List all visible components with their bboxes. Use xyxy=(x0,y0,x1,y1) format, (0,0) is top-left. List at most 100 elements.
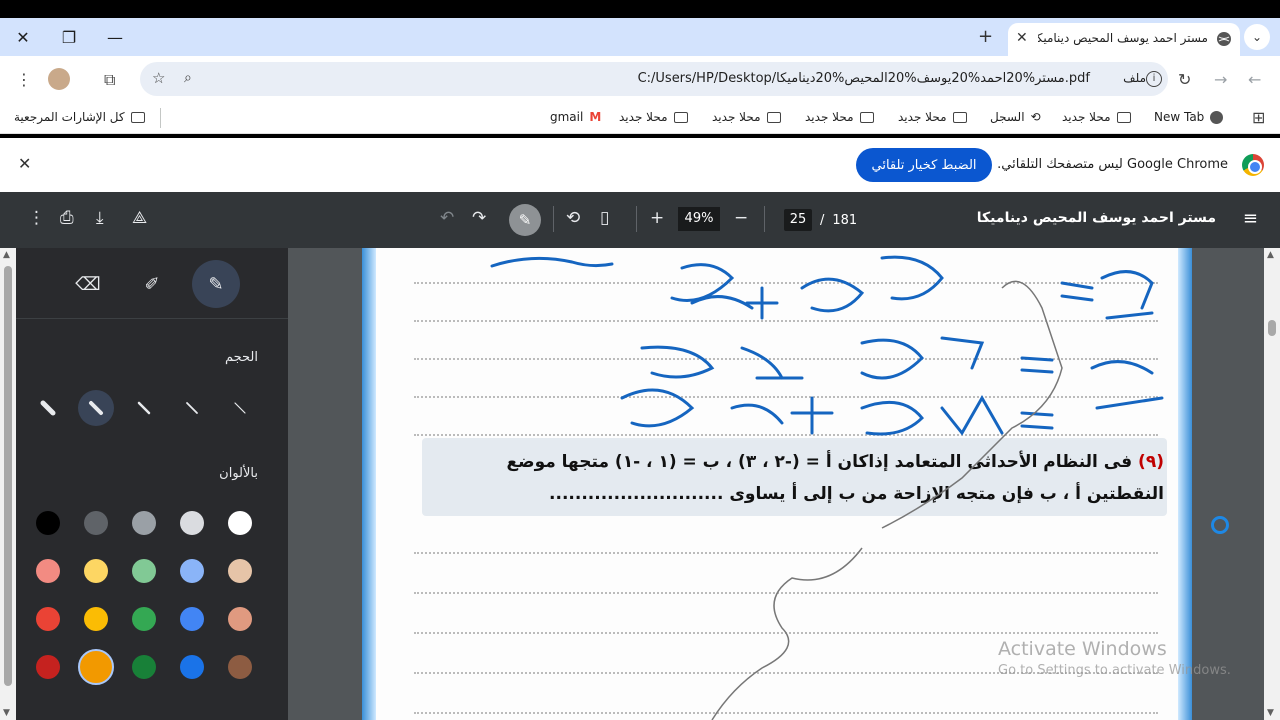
color-swatch[interactable] xyxy=(180,559,204,583)
tab-title: مستر احمد يوسف المحيص ديناميكا xyxy=(1038,31,1208,45)
stroke-icon xyxy=(186,402,198,414)
close-window-icon[interactable]: ✕ xyxy=(0,18,46,56)
pdf-title: مستر احمد يوسف المحيص ديناميكا xyxy=(976,210,1216,226)
scroll-down-icon[interactable]: ▼ xyxy=(3,708,10,718)
size-large[interactable] xyxy=(78,390,114,426)
reload-icon[interactable]: ↻ xyxy=(1178,70,1191,89)
scroll-up-icon[interactable]: ▲ xyxy=(1267,250,1274,260)
avatar[interactable] xyxy=(48,68,70,90)
apps-grid-icon[interactable]: ⊞ xyxy=(1252,108,1265,127)
color-swatch[interactable] xyxy=(228,559,252,583)
ink-stroke xyxy=(490,256,614,268)
color-swatch[interactable] xyxy=(132,559,156,583)
color-swatch[interactable] xyxy=(132,655,156,679)
color-swatch[interactable] xyxy=(84,511,108,535)
ink-stroke xyxy=(1090,360,1164,410)
zoom-level[interactable]: 49% xyxy=(678,207,720,231)
color-swatch[interactable] xyxy=(36,607,60,631)
ink-stroke xyxy=(730,396,834,435)
panel-divider xyxy=(16,318,288,319)
size-extra-large[interactable] xyxy=(30,390,66,426)
hamburger-menu-icon[interactable]: ≡ xyxy=(1243,208,1258,229)
tab-pdf[interactable]: ✕ مستر احمد يوسف المحيص ديناميكا xyxy=(1008,23,1240,56)
color-swatch[interactable] xyxy=(36,511,60,535)
zoom-out-icon[interactable]: − xyxy=(734,208,748,228)
rotate-icon[interactable]: ⟲ xyxy=(566,208,580,228)
ink-stroke xyxy=(800,277,865,313)
tab-search-icon[interactable]: ⌄ xyxy=(1244,24,1270,50)
cursor-ring-icon xyxy=(1211,516,1229,534)
pdf-more-icon[interactable]: ⋮ xyxy=(28,208,45,228)
print-icon[interactable]: ⎙ xyxy=(60,208,74,228)
stroke-icon xyxy=(40,400,56,416)
annotate-toggle-icon[interactable]: ✎ xyxy=(509,204,541,236)
all-bookmarks[interactable]: كل الإشارات المرجعية xyxy=(14,110,145,124)
scroll-down-icon[interactable]: ▼ xyxy=(1267,708,1274,718)
scroll-thumb[interactable] xyxy=(1268,320,1276,336)
save-annotations-icon[interactable]: ⟁ xyxy=(132,208,147,228)
zoom-in-icon[interactable]: + xyxy=(650,208,664,228)
left-scrollbar[interactable]: ▲ ▼ xyxy=(0,248,16,720)
scroll-up-icon[interactable]: ▲ xyxy=(3,250,10,260)
activate-windows-title: Activate Windows xyxy=(998,638,1167,660)
more-menu-icon[interactable]: ⋮ xyxy=(16,70,32,89)
bookmark-folder-3[interactable]: محلا جديد xyxy=(898,110,967,124)
globe-icon xyxy=(1217,32,1231,46)
size-small[interactable] xyxy=(174,390,210,426)
highlighter-tool-icon[interactable]: ✐ xyxy=(128,260,176,308)
color-swatch[interactable] xyxy=(228,655,252,679)
folder-icon xyxy=(952,111,967,123)
folder-icon xyxy=(1116,111,1131,123)
bookmark-folder-4[interactable]: محلا جديد xyxy=(805,110,874,124)
forward-icon[interactable]: → xyxy=(1214,70,1227,89)
bookmark-folder-5[interactable]: محلا جديد xyxy=(712,110,781,124)
bookmark-history[interactable]: السجل ⟲ xyxy=(990,110,1041,124)
bookmark-folder-1[interactable]: محلا جديد xyxy=(1062,110,1131,124)
restore-window-icon[interactable]: ❐ xyxy=(46,18,92,56)
size-extra-small[interactable] xyxy=(222,390,258,426)
minimize-window-icon[interactable]: — xyxy=(92,18,138,56)
back-icon[interactable]: ← xyxy=(1248,70,1261,89)
color-swatch[interactable] xyxy=(180,607,204,631)
color-swatch[interactable] xyxy=(132,607,156,631)
zoom-lens-icon[interactable]: ⌕ xyxy=(184,70,192,86)
color-swatch[interactable] xyxy=(180,511,204,535)
gmail-icon: M xyxy=(589,110,602,124)
color-swatch[interactable] xyxy=(78,649,114,685)
download-icon[interactable]: ⤓ xyxy=(96,208,104,228)
eraser-tool-icon[interactable]: ⌫ xyxy=(64,260,112,308)
color-swatch[interactable] xyxy=(84,607,108,631)
color-swatch[interactable] xyxy=(36,655,60,679)
info-icon[interactable]: i xyxy=(1146,71,1162,87)
redo-icon[interactable]: ↷ xyxy=(472,208,486,228)
chrome-logo-icon xyxy=(1242,154,1264,176)
stroke-icon xyxy=(89,401,103,415)
color-swatch[interactable] xyxy=(36,559,60,583)
color-swatch[interactable] xyxy=(132,511,156,535)
ink-stroke xyxy=(640,345,715,379)
color-swatch[interactable] xyxy=(84,559,108,583)
url-text[interactable]: C:/Users/HP/Desktop/مستر%20احمد%20يوسف%2… xyxy=(638,71,1090,86)
ink-stroke xyxy=(690,286,779,320)
new-tab-button[interactable]: + xyxy=(978,26,993,47)
toolbar-divider xyxy=(553,206,554,232)
undo-icon[interactable]: ↶ xyxy=(440,208,454,228)
infobar-close-icon[interactable]: ✕ xyxy=(18,154,31,173)
bookmark-folder-6[interactable]: محلا جديد xyxy=(619,110,688,124)
page-input[interactable]: 25 xyxy=(784,209,812,231)
tab-close-icon[interactable]: ✕ xyxy=(1016,30,1028,46)
pen-tool-icon[interactable]: ✎ xyxy=(192,260,240,308)
color-swatch[interactable] xyxy=(180,655,204,679)
fit-page-icon[interactable]: ▯ xyxy=(600,208,609,228)
extensions-icon[interactable]: ⧉ xyxy=(104,70,115,90)
scroll-thumb[interactable] xyxy=(4,266,12,686)
set-default-button[interactable]: الضبط كخيار تلقائي xyxy=(856,148,992,182)
color-swatch[interactable] xyxy=(228,511,252,535)
size-medium[interactable] xyxy=(126,390,162,426)
bookmark-gmail[interactable]: gmail M xyxy=(550,110,601,124)
star-icon[interactable]: ☆ xyxy=(152,69,165,87)
address-bar[interactable]: ⌕ ☆ C:/Users/HP/Desktop/مستر%20احمد%20يو… xyxy=(140,62,1168,96)
right-scrollbar[interactable]: ▲ ▼ xyxy=(1264,248,1280,720)
color-swatch[interactable] xyxy=(228,607,252,631)
bookmark-new-tab[interactable]: New Tab xyxy=(1154,110,1224,124)
